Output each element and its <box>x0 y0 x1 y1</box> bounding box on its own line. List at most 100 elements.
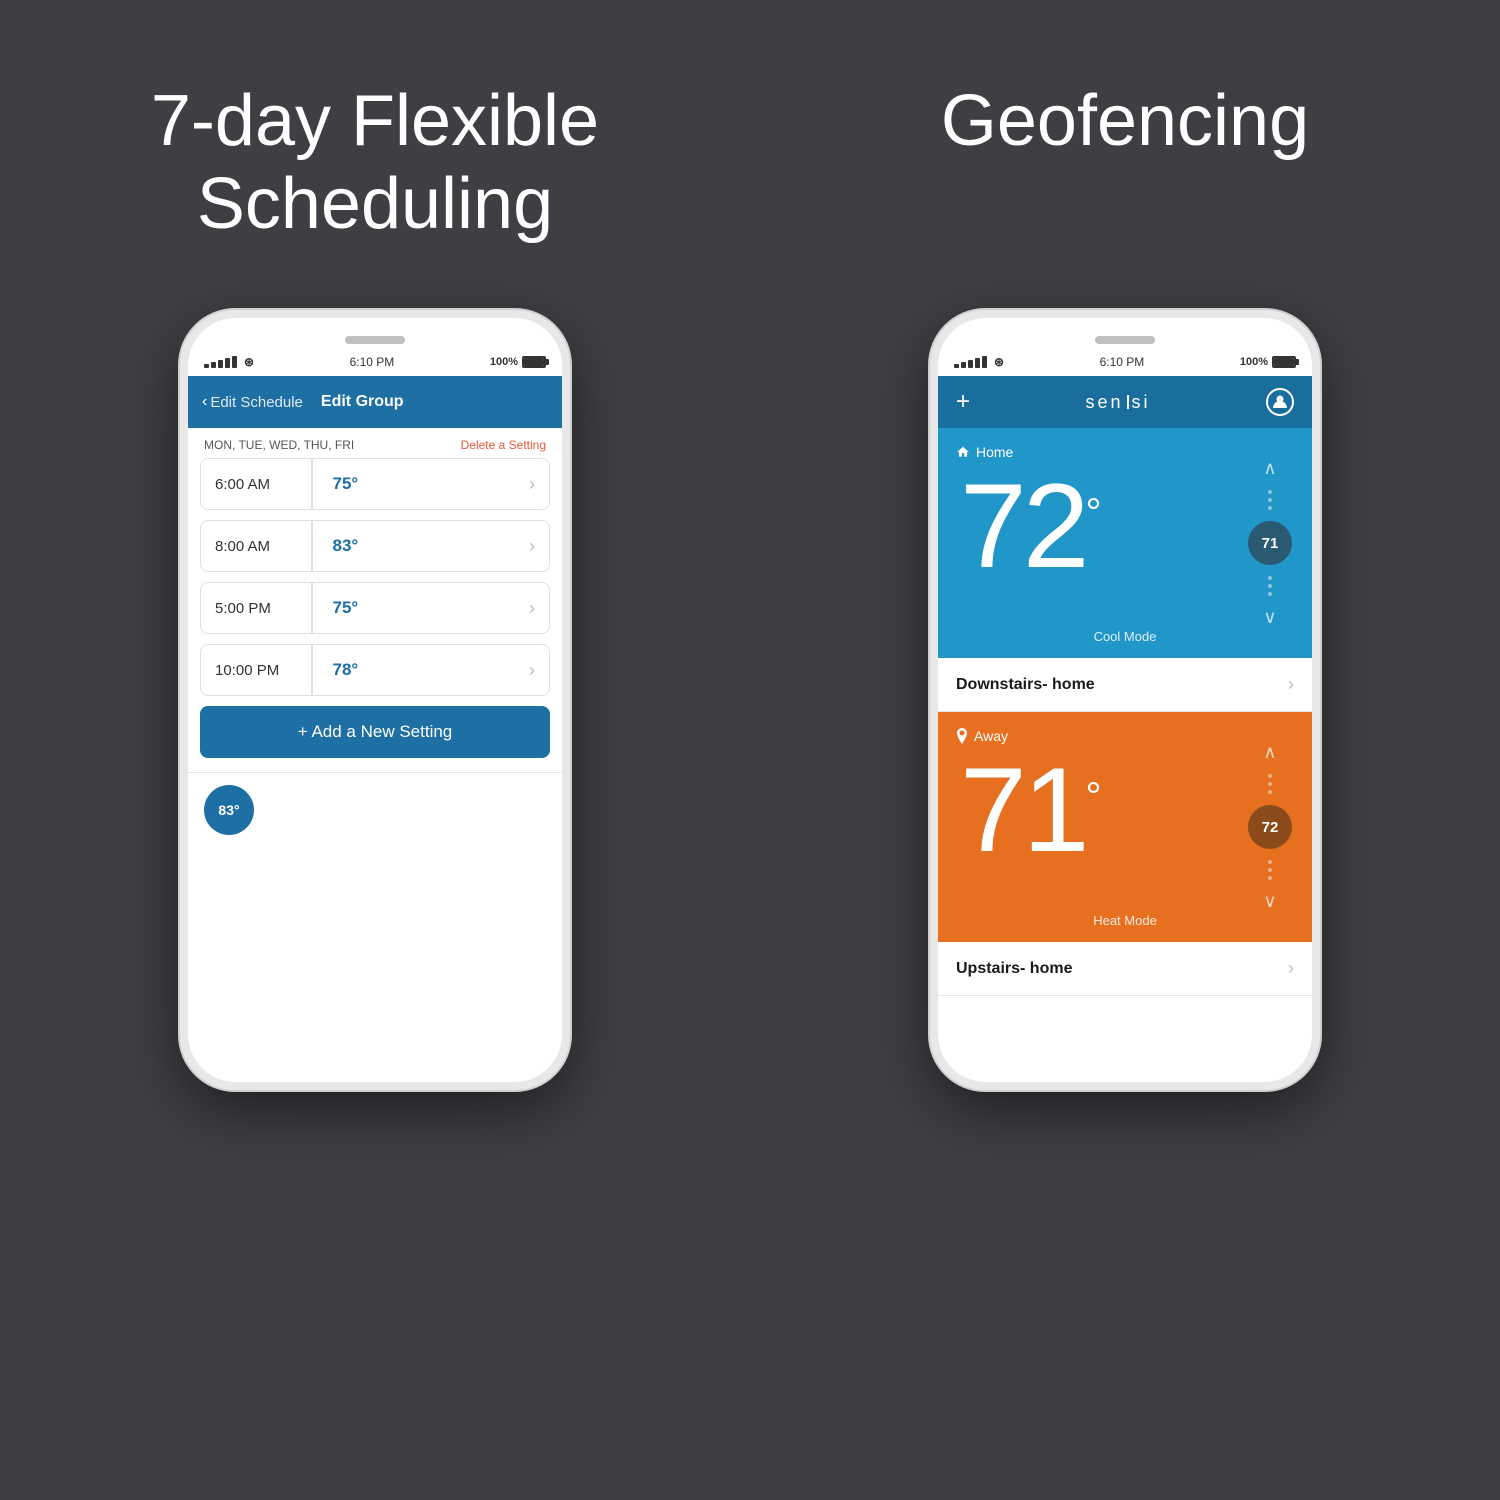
schedule-temp-2: 75° <box>313 598 530 618</box>
schedule-time-3: 10:00 PM <box>201 662 311 679</box>
right-battery-fill <box>1274 358 1294 366</box>
heat-dot-3 <box>1268 790 1272 794</box>
left-section: 7-day Flexible Scheduling <box>0 0 750 1500</box>
schedule-chevron-1: › <box>529 536 549 557</box>
heat-dot-2 <box>1268 782 1272 786</box>
cool-dot-4 <box>1268 576 1272 580</box>
left-phone: ⊛ 6:10 PM 100% ‹ <box>180 310 570 1090</box>
cool-temp-dots <box>1268 490 1272 510</box>
right-section: Geofencing <box>750 0 1500 1500</box>
right-feature-title: Geofencing <box>835 80 1415 163</box>
right-status-battery: 100% <box>1240 356 1296 368</box>
signal-bars <box>204 356 237 368</box>
nav-back-button[interactable]: ‹ Edit Schedule <box>202 393 303 411</box>
cool-temp-dots-2 <box>1268 576 1272 596</box>
thermostat-upstairs-name: Upstairs- home <box>956 960 1072 978</box>
heat-degree-symbol: ° <box>1085 775 1101 819</box>
left-phone-frame: ⊛ 6:10 PM 100% ‹ <box>180 310 570 1090</box>
right-battery-icon <box>1272 356 1296 368</box>
add-setting-button[interactable]: + Add a New Setting <box>200 706 550 758</box>
schedule-item-0[interactable]: 6:00 AM 75° › <box>200 458 550 510</box>
heat-temp-dots-2 <box>1268 860 1272 880</box>
left-status-time: 6:10 PM <box>350 355 395 369</box>
left-status-signals: ⊛ <box>204 355 254 369</box>
thermostat-downstairs-name: Downstairs- home <box>956 676 1095 694</box>
left-phone-speaker <box>345 336 405 344</box>
left-status-bar: ⊛ 6:10 PM 100% <box>188 348 562 376</box>
right-phone-speaker <box>1095 336 1155 344</box>
cool-location-label: Home <box>956 444 1013 460</box>
schedule-list: 6:00 AM 75° › 8:00 AM 83° › 5:00 P <box>188 458 562 696</box>
schedule-time-1: 8:00 AM <box>201 538 311 555</box>
schedule-chevron-3: › <box>529 660 549 681</box>
left-phone-inner: ⊛ 6:10 PM 100% ‹ <box>188 318 562 1082</box>
cool-temp-up-button[interactable]: ∧ <box>1263 458 1276 479</box>
right-phone: ⊛ 6:10 PM 100% + <box>930 310 1320 1090</box>
schedule-chevron-2: › <box>529 598 549 619</box>
schedule-time-0: 6:00 AM <box>201 476 311 493</box>
cool-dot-6 <box>1268 592 1272 596</box>
right-wifi-icon: ⊛ <box>994 355 1004 369</box>
heat-location-label: Away <box>956 728 1008 744</box>
cool-location-text: Home <box>976 444 1013 460</box>
left-status-battery: 100% <box>490 356 546 368</box>
cool-temp-down-button[interactable]: ∨ <box>1263 607 1276 628</box>
right-signal-bar-5 <box>982 356 987 368</box>
heat-dot-6 <box>1268 876 1272 880</box>
right-status-time: 6:10 PM <box>1100 355 1145 369</box>
delete-setting-link[interactable]: Delete a Setting <box>461 438 546 452</box>
right-battery-percent: 100% <box>1240 356 1268 368</box>
bottom-circle-temp: 83° <box>204 785 254 835</box>
right-status-signals: ⊛ <box>954 355 1004 369</box>
schedule-nav-bar: ‹ Edit Schedule Edit Group <box>188 376 562 428</box>
right-phone-frame: ⊛ 6:10 PM 100% + <box>930 310 1320 1090</box>
right-signal-bar-3 <box>968 360 973 368</box>
schedule-chevron-0: › <box>529 474 549 495</box>
thermostat-downstairs-chevron: › <box>1288 674 1294 695</box>
heat-temp-display: 71° <box>960 750 1101 870</box>
battery-fill <box>524 358 544 366</box>
schedule-temp-3: 78° <box>313 660 530 680</box>
nav-title: Edit Group <box>321 393 404 411</box>
sensi-add-button[interactable]: + <box>956 388 970 416</box>
heat-temp-up-button[interactable]: ∧ <box>1263 742 1276 763</box>
schedule-temp-0: 75° <box>313 474 530 494</box>
nav-back-label: Edit Schedule <box>210 394 303 411</box>
cool-mode-label: Cool Mode <box>938 629 1312 644</box>
schedule-item-3[interactable]: 10:00 PM 78° › <box>200 644 550 696</box>
thermostat-upstairs-chevron: › <box>1288 958 1294 979</box>
user-profile-icon[interactable] <box>1266 388 1294 416</box>
thermostat-list-item-cool[interactable]: Downstairs- home › <box>938 658 1312 712</box>
thermostat-card-heat: Away 71° ∧ 72 <box>938 712 1312 942</box>
signal-bar-4 <box>225 358 230 368</box>
main-container: 7-day Flexible Scheduling <box>0 0 1500 1500</box>
cool-dot-5 <box>1268 584 1272 588</box>
schedule-time-2: 5:00 PM <box>201 600 311 617</box>
cool-set-temp-control: ∧ 71 ∨ <box>1248 458 1292 628</box>
right-phone-inner: ⊛ 6:10 PM 100% + <box>938 318 1312 1082</box>
battery-percent: 100% <box>490 356 518 368</box>
cool-set-temp-bubble: 71 <box>1248 521 1292 565</box>
heat-temp-down-button[interactable]: ∨ <box>1263 891 1276 912</box>
days-label: MON, TUE, WED, THU, FRI <box>204 438 354 452</box>
wifi-icon: ⊛ <box>244 355 254 369</box>
back-arrow-icon: ‹ <box>202 393 207 411</box>
signal-bar-2 <box>211 362 216 368</box>
thermostat-card-cool: Home 72° ∧ 71 <box>938 428 1312 658</box>
schedule-temp-1: 83° <box>313 536 530 556</box>
cool-dot-3 <box>1268 506 1272 510</box>
thermostat-list-item-heat[interactable]: Upstairs- home › <box>938 942 1312 996</box>
schedule-item-1[interactable]: 8:00 AM 83° › <box>200 520 550 572</box>
sensi-logo: sensi <box>1085 392 1150 413</box>
cool-dot-1 <box>1268 490 1272 494</box>
heat-temp-dots <box>1268 774 1272 794</box>
heat-dot-5 <box>1268 868 1272 872</box>
cool-dot-2 <box>1268 498 1272 502</box>
right-status-bar: ⊛ 6:10 PM 100% <box>938 348 1312 376</box>
right-signal-bars <box>954 356 987 368</box>
heat-dot-1 <box>1268 774 1272 778</box>
days-row: MON, TUE, WED, THU, FRI Delete a Setting <box>188 428 562 458</box>
location-pin-icon <box>956 728 968 744</box>
schedule-item-2[interactable]: 5:00 PM 75° › <box>200 582 550 634</box>
cool-degree-symbol: ° <box>1085 491 1101 535</box>
